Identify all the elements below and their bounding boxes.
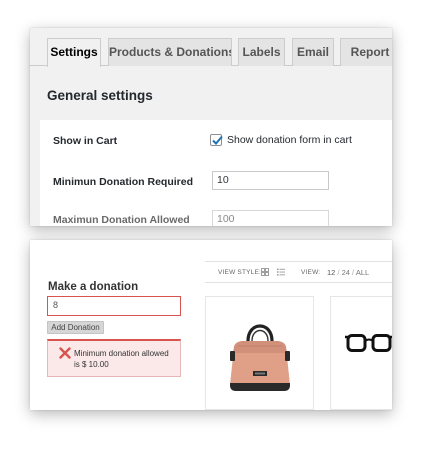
view-style-label: VIEW STYLE:: [218, 269, 262, 276]
tab-report[interactable]: Report: [340, 38, 392, 66]
settings-tabs: Settings Products & Donations Labels Ema…: [30, 38, 392, 67]
donation-error-message: Minimum donation allowed is $ 10.00: [47, 339, 181, 377]
view-count-label: VIEW:: [301, 269, 321, 276]
min-donation-input[interactable]: 10: [212, 171, 329, 190]
view-option-all[interactable]: ALL: [356, 268, 369, 277]
view-count-options: 12 / 24 / ALL: [327, 268, 370, 277]
view-option-24[interactable]: 24: [342, 268, 350, 277]
section-title: General settings: [47, 88, 153, 103]
error-text: Minimum donation allowed is $ 10.00: [74, 349, 169, 369]
tab-email[interactable]: Email: [292, 38, 334, 66]
eyeglasses-image[interactable]: [345, 333, 392, 359]
settings-panel: Settings Products & Donations Labels Ema…: [30, 28, 392, 226]
add-donation-button[interactable]: Add Donation: [47, 321, 104, 334]
error-x-icon: [59, 347, 71, 359]
tab-products-donations[interactable]: Products & Donations: [108, 38, 232, 66]
product-card[interactable]: [205, 296, 314, 410]
grid-view-icon[interactable]: [261, 268, 269, 276]
donation-amount-input[interactable]: 8: [47, 296, 181, 316]
product-card[interactable]: [330, 296, 392, 410]
max-donation-input[interactable]: 100: [212, 210, 329, 226]
view-option-12[interactable]: 12: [327, 268, 335, 277]
list-view-icon[interactable]: [277, 268, 285, 276]
tab-labels[interactable]: Labels: [238, 38, 285, 66]
max-donation-label: Maximun Donation Allowed: [53, 214, 190, 226]
handbag-image[interactable]: [224, 313, 296, 395]
settings-form: Show in Cart Show donation form in cart …: [40, 120, 392, 226]
storefront-panel: Make a donation 8 Add Donation Minimum d…: [30, 240, 392, 410]
show-donation-checkbox[interactable]: [210, 134, 223, 146]
show-in-cart-label: Show in Cart: [53, 135, 118, 147]
shop-toolbar: VIEW STYLE: VIEW: 12 / 24 / ALL: [205, 261, 392, 283]
tab-settings[interactable]: Settings: [47, 38, 101, 67]
check-icon: [212, 135, 223, 145]
show-donation-checkbox-label[interactable]: Show donation form in cart: [227, 134, 352, 146]
donation-title: Make a donation: [48, 281, 139, 293]
min-donation-label: Minimun Donation Required: [53, 176, 193, 188]
